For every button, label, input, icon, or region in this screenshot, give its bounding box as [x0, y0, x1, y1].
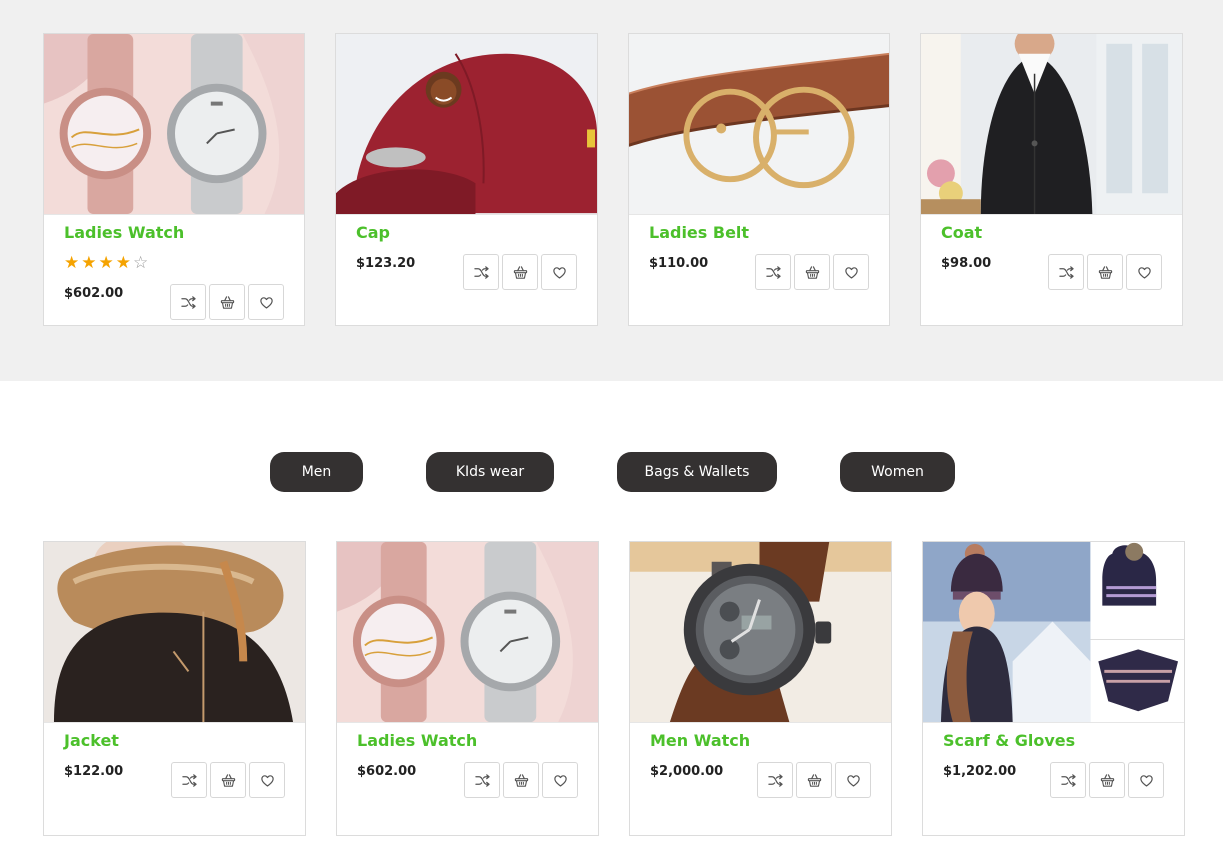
- product-actions: [757, 762, 871, 798]
- scarf-gloves-image[interactable]: [923, 542, 1184, 723]
- star-filled-icon: ★: [115, 253, 133, 273]
- compare-button[interactable]: [1048, 254, 1084, 290]
- product-title[interactable]: Ladies Watch: [357, 731, 477, 750]
- product-card-ladies-watch[interactable]: Ladies Watch ★★★★☆ $602.00: [43, 33, 305, 326]
- wishlist-button[interactable]: [1126, 254, 1162, 290]
- compare-button[interactable]: [170, 284, 206, 320]
- shuffle-icon: [182, 773, 197, 788]
- compare-button[interactable]: [1050, 762, 1086, 798]
- filter-women-button[interactable]: Women: [840, 452, 955, 492]
- wishlist-button[interactable]: [248, 284, 284, 320]
- shuffle-icon: [1059, 265, 1074, 280]
- star-rating: ★★★★☆: [64, 253, 150, 273]
- product-card-ladies-belt[interactable]: Ladies Belt $110.00: [628, 33, 890, 326]
- basket-icon: [807, 773, 822, 788]
- product-title[interactable]: Men Watch: [650, 731, 750, 750]
- filter-kids-wear-button[interactable]: KIds wear: [426, 452, 554, 492]
- basket-icon: [513, 265, 528, 280]
- product-price: $1,202.00: [943, 764, 1017, 779]
- filter-men-button[interactable]: Men: [270, 452, 363, 492]
- product-actions: [1048, 254, 1162, 290]
- basket-icon: [1100, 773, 1115, 788]
- wishlist-button[interactable]: [835, 762, 871, 798]
- compare-button[interactable]: [463, 254, 499, 290]
- shuffle-icon: [766, 265, 781, 280]
- basket-icon: [1098, 265, 1113, 280]
- product-title[interactable]: Ladies Watch: [64, 223, 184, 242]
- add-to-cart-button[interactable]: [503, 762, 539, 798]
- shuffle-icon: [1061, 773, 1076, 788]
- product-actions: [1050, 762, 1164, 798]
- product-price: $122.00: [64, 764, 124, 779]
- product-title[interactable]: Ladies Belt: [649, 223, 749, 242]
- product-card-men-watch[interactable]: Men Watch $2,000.00: [629, 541, 892, 836]
- product-price: $98.00: [941, 256, 992, 271]
- heart-icon: [553, 773, 568, 788]
- category-filter-bar: Men KIds wear Bags & Wallets Women: [0, 452, 1223, 492]
- coat-image[interactable]: [921, 34, 1182, 215]
- wishlist-button[interactable]: [541, 254, 577, 290]
- shuffle-icon: [181, 295, 196, 310]
- product-card-coat[interactable]: Coat $98.00: [920, 33, 1183, 326]
- product-card-cap[interactable]: Cap $123.20: [335, 33, 598, 326]
- shuffle-icon: [474, 265, 489, 280]
- product-title[interactable]: Scarf & Gloves: [943, 731, 1075, 750]
- product-title[interactable]: Cap: [356, 223, 390, 242]
- product-title[interactable]: Coat: [941, 223, 982, 242]
- product-card-scarf-gloves[interactable]: Scarf & Gloves $1,202.00: [922, 541, 1185, 836]
- men-watch-image[interactable]: [630, 542, 891, 723]
- shuffle-icon: [475, 773, 490, 788]
- star-filled-icon: ★: [81, 253, 99, 273]
- product-price: $2,000.00: [650, 764, 724, 779]
- add-to-cart-button[interactable]: [209, 284, 245, 320]
- basket-icon: [220, 295, 235, 310]
- product-actions: [171, 762, 285, 798]
- basket-icon: [514, 773, 529, 788]
- add-to-cart-button[interactable]: [1087, 254, 1123, 290]
- add-to-cart-button[interactable]: [796, 762, 832, 798]
- ladies-belt-image[interactable]: [629, 34, 889, 215]
- star-filled-icon: ★: [64, 253, 82, 273]
- product-price: $110.00: [649, 256, 709, 271]
- heart-icon: [844, 265, 859, 280]
- product-actions: [464, 762, 578, 798]
- product-actions: [755, 254, 869, 290]
- product-price: $602.00: [357, 764, 417, 779]
- jacket-image[interactable]: [44, 542, 305, 723]
- add-to-cart-button[interactable]: [794, 254, 830, 290]
- heart-icon: [552, 265, 567, 280]
- compare-button[interactable]: [464, 762, 500, 798]
- ladies-watch-image[interactable]: [44, 34, 304, 215]
- product-actions: [170, 284, 284, 320]
- wishlist-button[interactable]: [542, 762, 578, 798]
- wishlist-button[interactable]: [249, 762, 285, 798]
- product-title[interactable]: Jacket: [64, 731, 119, 750]
- compare-button[interactable]: [755, 254, 791, 290]
- heart-icon: [260, 773, 275, 788]
- product-card-jacket[interactable]: Jacket $122.00: [43, 541, 306, 836]
- product-price: $123.20: [356, 256, 416, 271]
- ladies-watch-image[interactable]: [337, 542, 598, 723]
- cap-image[interactable]: [336, 34, 597, 215]
- basket-icon: [805, 265, 820, 280]
- filter-bags-wallets-button[interactable]: Bags & Wallets: [617, 452, 777, 492]
- shuffle-icon: [768, 773, 783, 788]
- product-card-ladies-watch-2[interactable]: Ladies Watch $602.00: [336, 541, 599, 836]
- add-to-cart-button[interactable]: [210, 762, 246, 798]
- compare-button[interactable]: [757, 762, 793, 798]
- heart-icon: [1139, 773, 1154, 788]
- basket-icon: [221, 773, 236, 788]
- product-actions: [463, 254, 577, 290]
- heart-icon: [1137, 265, 1152, 280]
- heart-icon: [846, 773, 861, 788]
- star-empty-icon: ☆: [133, 253, 151, 273]
- star-filled-icon: ★: [98, 253, 116, 273]
- add-to-cart-button[interactable]: [1089, 762, 1125, 798]
- product-price: $602.00: [64, 286, 124, 301]
- wishlist-button[interactable]: [833, 254, 869, 290]
- add-to-cart-button[interactable]: [502, 254, 538, 290]
- heart-icon: [259, 295, 274, 310]
- compare-button[interactable]: [171, 762, 207, 798]
- wishlist-button[interactable]: [1128, 762, 1164, 798]
